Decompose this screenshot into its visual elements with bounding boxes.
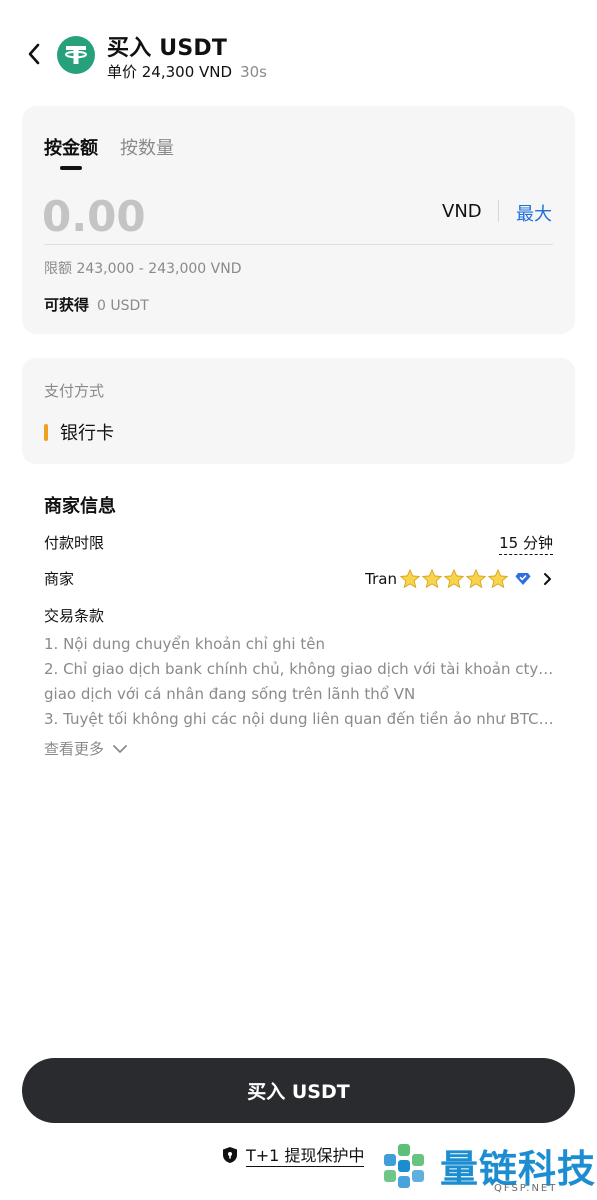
tab-by-amount[interactable]: 按金额 bbox=[44, 134, 98, 170]
tab-by-amount-label: 按金额 bbox=[44, 138, 98, 159]
pay-time-label: 付款时限 bbox=[44, 534, 105, 552]
max-button[interactable]: 最大 bbox=[516, 200, 552, 226]
obtain-row: 可获得 0 USDT bbox=[44, 294, 149, 315]
pay-time-value[interactable]: 15 分钟 bbox=[499, 532, 553, 555]
currency-label: VND bbox=[442, 201, 482, 222]
obtain-value: 0 USDT bbox=[97, 298, 149, 314]
payment-method-bank-card[interactable]: 银行卡 bbox=[44, 420, 114, 444]
merchant-label: 商家 bbox=[44, 570, 75, 588]
refresh-timer: 30s bbox=[240, 63, 267, 81]
watermark: 量链科技 QFSP.NET bbox=[378, 1138, 597, 1200]
shield-icon bbox=[223, 1146, 237, 1163]
terms-line: 1. Nội dung chuyển khoản chỉ ghi tên bbox=[44, 635, 325, 653]
payment-accent-bar bbox=[44, 423, 48, 441]
limit-text: 限额 243,000 - 243,000 VND bbox=[44, 261, 242, 277]
star-icon bbox=[399, 568, 421, 589]
see-more-button[interactable]: 查看更多 bbox=[44, 738, 128, 759]
star-icon bbox=[421, 568, 443, 589]
chevron-left-icon bbox=[28, 43, 40, 65]
star-icon bbox=[465, 568, 487, 589]
terms-text: 1. Nội dung chuyển khoản chỉ ghi tên 2. … bbox=[44, 632, 554, 732]
watermark-logo-icon bbox=[384, 1144, 424, 1188]
chevron-down-icon bbox=[113, 744, 127, 753]
divider bbox=[498, 200, 499, 222]
star-icon bbox=[487, 568, 509, 589]
input-underline bbox=[44, 244, 553, 245]
payment-label: 支付方式 bbox=[44, 382, 105, 400]
merchant-name: Tran bbox=[365, 570, 397, 588]
amount-tabs: 按金额 按数量 bbox=[44, 134, 174, 170]
active-tab-indicator bbox=[60, 166, 82, 170]
tether-icon bbox=[57, 36, 95, 74]
terms-line: 3. Tuyệt tối không ghi các nội dung liên… bbox=[44, 710, 554, 728]
obtain-label: 可获得 bbox=[44, 296, 90, 314]
payment-card: 支付方式 银行卡 bbox=[22, 358, 575, 464]
terms-line: giao dịch với cá nhân đang sống trên lãn… bbox=[44, 685, 416, 703]
chevron-right-icon bbox=[544, 573, 551, 585]
amount-input[interactable] bbox=[42, 188, 402, 244]
pay-time-row: 付款时限 15 分钟 bbox=[44, 532, 553, 556]
unit-price-text: 单价 24,300 VND bbox=[107, 63, 233, 81]
page-title: 买入 USDT bbox=[107, 36, 228, 61]
verified-diamond-icon bbox=[515, 573, 531, 585]
unit-price: 单价 24,300 VND 30s bbox=[107, 61, 267, 82]
see-more-label: 查看更多 bbox=[44, 740, 105, 758]
withdraw-protection-text: T+1 提现保护中 bbox=[246, 1142, 365, 1167]
withdraw-protection-link[interactable]: T+1 提现保护中 bbox=[222, 1142, 365, 1167]
back-button[interactable] bbox=[20, 40, 48, 68]
terms-label: 交易条款 bbox=[44, 607, 105, 625]
payment-method-label: 银行卡 bbox=[60, 423, 114, 444]
watermark-subtext: QFSP.NET bbox=[494, 1183, 558, 1194]
amount-card: 按金额 按数量 VND 最大 限额 243,000 - 243,000 VND … bbox=[22, 106, 575, 334]
merchant-section-title: 商家信息 bbox=[44, 496, 116, 517]
tab-by-quantity[interactable]: 按数量 bbox=[120, 134, 174, 160]
tab-by-quantity-label: 按数量 bbox=[120, 138, 174, 159]
star-icon bbox=[443, 568, 465, 589]
buy-usdt-button[interactable]: 买入 USDT bbox=[22, 1058, 575, 1123]
header: 买入 USDT 单价 24,300 VND 30s bbox=[0, 0, 597, 100]
terms-line: 2. Chỉ giao dịch bank chính chủ, không g… bbox=[44, 660, 554, 678]
rating-stars bbox=[399, 568, 509, 590]
merchant-row[interactable]: 商家 Tran bbox=[44, 568, 553, 592]
